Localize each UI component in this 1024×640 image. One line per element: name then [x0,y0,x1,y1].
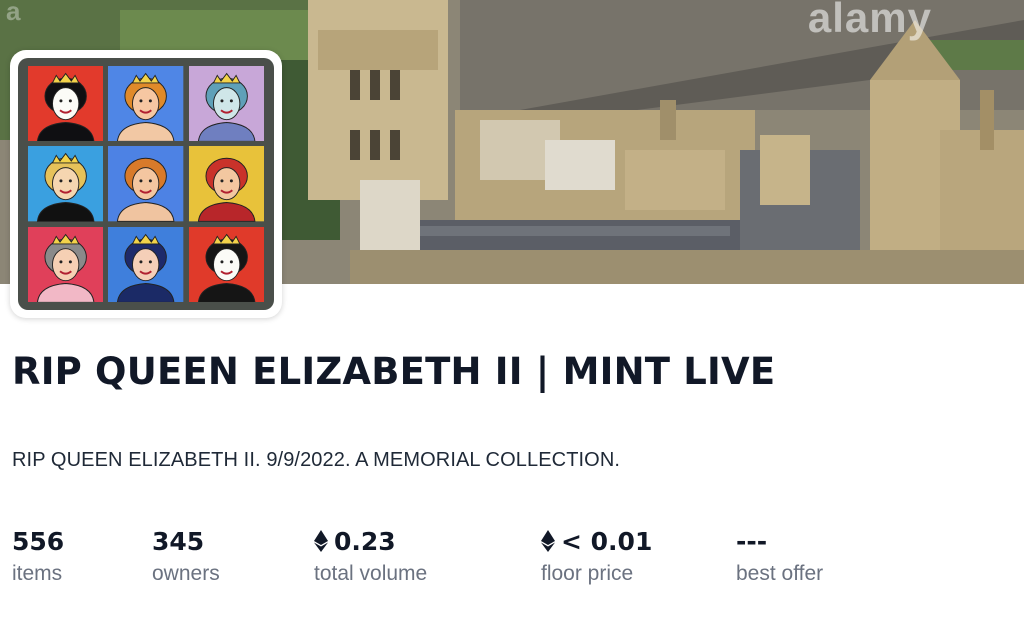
portrait-image [108,226,184,302]
stat-items-value: 556 [12,524,64,558]
portrait-image [188,66,264,142]
portrait-image [28,66,104,142]
ethereum-icon [541,530,555,552]
stat-floor-price[interactable]: < 0.01 floor price [541,524,652,586]
stat-total-volume-value: 0.23 [314,524,427,558]
portrait-tile [188,146,264,222]
portrait-tile [188,226,264,302]
stat-total-volume-label: total volume [314,562,428,585]
portrait-tile [108,66,184,142]
portrait-tile [108,146,184,222]
stat-owners-label: owners [152,562,220,585]
portrait-tile [108,226,184,302]
portrait-tile [28,146,104,222]
banner-watermark: alamy [807,0,932,41]
ethereum-icon [314,530,328,552]
portrait-tile [188,66,264,142]
portrait-image [28,226,104,302]
collection-avatar[interactable] [10,50,282,318]
stat-best-offer-label: best offer [736,562,824,585]
banner-corner-mark: a [6,0,21,26]
stat-total-volume[interactable]: 0.23 total volume [314,524,427,586]
avatar-grid [18,58,274,310]
portrait-image [108,66,184,142]
stat-items-label: items [12,562,63,585]
stat-value-text: 556 [12,526,65,556]
stat-best-offer[interactable]: --- best offer [736,524,823,586]
collection-title: RIP QUEEN ELIZABETH II | MINT LIVE [12,350,776,393]
stat-owners[interactable]: 345 owners [152,524,220,586]
portrait-image [108,146,184,222]
stat-best-offer-value: --- [736,524,823,558]
portrait-image [188,146,264,222]
portrait-image [28,146,104,222]
stat-floor-price-label: floor price [541,562,634,585]
portrait-image [188,226,264,302]
stat-floor-price-value: < 0.01 [541,524,652,558]
stat-value-text: 345 [152,526,205,556]
portrait-tile [28,66,104,142]
stat-value-text: --- [736,526,768,556]
stat-value-text: 0.23 [334,526,396,556]
stat-items[interactable]: 556 items [12,524,64,586]
stat-value-text: < 0.01 [561,526,653,556]
collection-description: RIP QUEEN ELIZABETH II. 9/9/2022. A MEMO… [12,449,621,471]
portrait-tile [28,226,104,302]
stat-owners-value: 345 [152,524,220,558]
